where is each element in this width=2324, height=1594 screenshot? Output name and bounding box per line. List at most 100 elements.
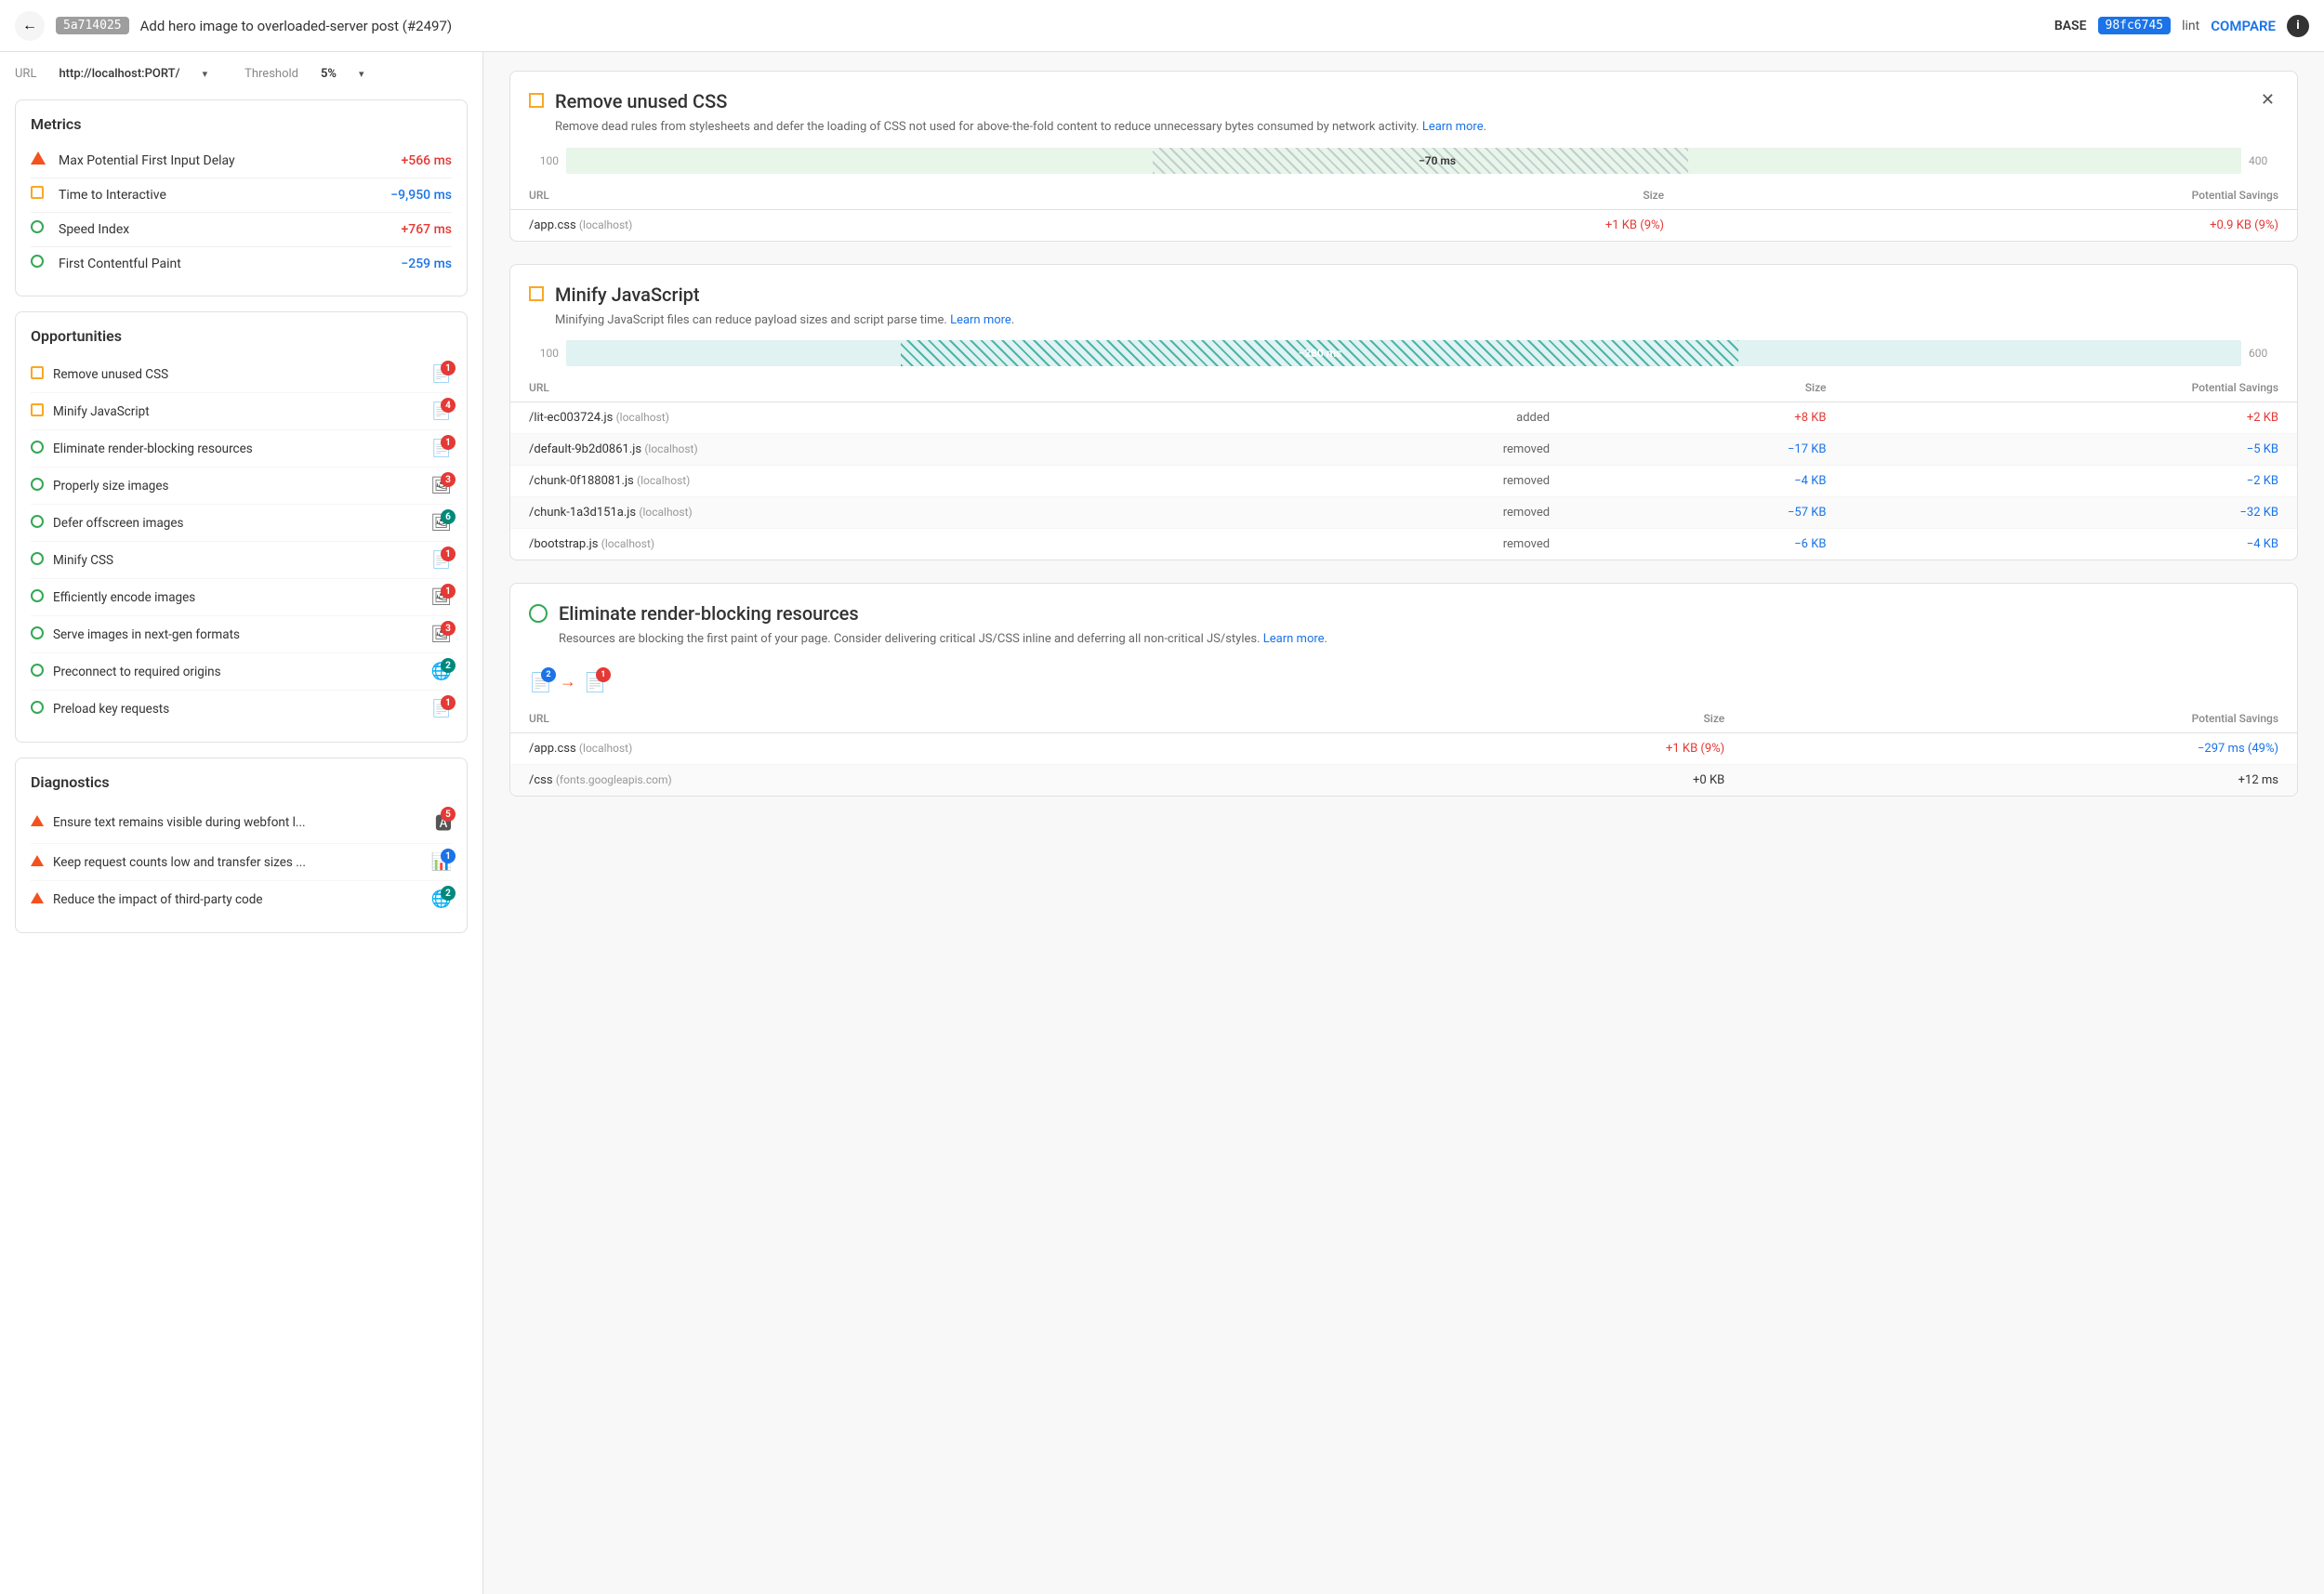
commit1-badge: 5a714025: [56, 17, 129, 34]
file-url-cell: /app.css (localhost): [510, 732, 1314, 764]
lint-label: lint: [2182, 19, 2199, 33]
metric-row: Time to Interactive −9,950 ms: [31, 178, 452, 213]
opp-name: Eliminate render-blocking resources: [53, 441, 431, 456]
table-row: /bootstrap.js (localhost) removed −6 KB …: [510, 529, 2297, 560]
opp-row[interactable]: Preconnect to required origins 🌐 2: [31, 653, 452, 691]
triangle-icon: [31, 815, 44, 830]
size-cell: −4 KB: [1568, 466, 1844, 497]
compare-button[interactable]: COMPARE: [2211, 18, 2276, 34]
badge: 1: [441, 361, 456, 375]
badge: 4: [441, 398, 456, 413]
col-url: URL: [510, 181, 1208, 210]
card-header-text: Minify JavaScript Minifying JavaScript f…: [555, 283, 2278, 330]
badge: 3: [441, 472, 456, 487]
opp-row[interactable]: Minify CSS 📄 1: [31, 542, 452, 579]
col-size: Size: [1568, 374, 1844, 402]
table-header-row: URL Size Potential Savings: [510, 705, 2297, 733]
diag-name: Ensure text remains visible during webfo…: [53, 815, 435, 830]
card-header: Minify JavaScript Minifying JavaScript f…: [510, 265, 2297, 341]
savings-cell: −32 KB: [1844, 497, 2297, 529]
diagnostics-section: Diagnostics Ensure text remains visible …: [15, 757, 468, 933]
card-title: Remove unused CSS: [555, 90, 2246, 112]
badge: 3: [441, 621, 456, 636]
badge: 5: [441, 807, 456, 822]
metric-value: −9,950 ms: [390, 188, 452, 203]
detail-table: URL Size Potential Savings /lit-ec003724…: [510, 374, 2297, 560]
chart-start-label: 100: [529, 347, 559, 360]
circle-green-icon: [31, 626, 44, 643]
circle-green-icon: [31, 552, 44, 569]
opp-row[interactable]: Remove unused CSS 📄 1: [31, 356, 452, 393]
url-dropdown-arrow[interactable]: ▾: [203, 68, 208, 80]
circle-green-icon: [31, 220, 49, 239]
diag-row[interactable]: Ensure text remains visible during webfo…: [31, 802, 452, 844]
badge: 1: [441, 584, 456, 599]
commit2-badge: 98fc6745: [2098, 17, 2172, 34]
table-row: /lit-ec003724.js (localhost) added +8 KB…: [510, 402, 2297, 434]
col-savings: Potential Savings: [1743, 705, 2297, 733]
size-cell: +8 KB: [1568, 402, 1844, 434]
threshold-dropdown-arrow[interactable]: ▾: [359, 68, 364, 80]
chart-bar-container: −280 ms: [566, 340, 2241, 366]
diag-name: Reduce the impact of third-party code: [53, 892, 431, 907]
square-orange-icon: [31, 186, 49, 204]
threshold-label: Threshold: [244, 67, 298, 81]
status-cell: removed: [1262, 529, 1569, 560]
opp-row[interactable]: Defer offscreen images 🖼 6: [31, 505, 452, 542]
square-orange-icon: [31, 403, 44, 420]
card-header: Eliminate render-blocking resources Reso…: [510, 584, 2297, 660]
square-orange-icon: [31, 366, 44, 383]
remove-unused-css-card: Remove unused CSS Remove dead rules from…: [509, 71, 2298, 242]
circle-green-icon: [31, 701, 44, 718]
badge: 1: [596, 667, 611, 682]
opp-row[interactable]: Efficiently encode images 🖼 1: [31, 579, 452, 616]
file-icon-wrap: 📄 1: [431, 439, 452, 458]
savings-cell: −2 KB: [1844, 466, 2297, 497]
opp-row[interactable]: Minify JavaScript 📄 4: [31, 393, 452, 430]
badge: 1: [441, 547, 456, 561]
opp-row[interactable]: Preload key requests 📄 1: [31, 691, 452, 727]
circle-green-icon: [31, 478, 44, 494]
learn-more-link[interactable]: Learn more: [950, 313, 1011, 327]
opp-row[interactable]: Eliminate render-blocking resources 📄 1: [31, 430, 452, 468]
badge: 6: [441, 509, 456, 524]
learn-more-link[interactable]: Learn more: [1422, 120, 1484, 134]
savings-cell: −4 KB: [1844, 529, 2297, 560]
badge: 1: [441, 435, 456, 450]
circle-green-icon: [31, 589, 44, 606]
card-description: Resources are blocking the first paint o…: [559, 630, 2278, 649]
opp-name: Minify JavaScript: [53, 404, 431, 419]
close-button[interactable]: ✕: [2257, 90, 2278, 110]
info-icon[interactable]: i: [2287, 15, 2309, 37]
metrics-title: Metrics: [31, 115, 452, 133]
status-cell: removed: [1262, 497, 1569, 529]
chart-end-label: 400: [2249, 154, 2278, 167]
learn-more-link[interactable]: Learn more: [1263, 632, 1325, 646]
globe-icon-wrap: 🌐 2: [431, 889, 452, 909]
back-button[interactable]: ←: [15, 11, 45, 41]
col-url: URL: [510, 374, 1262, 402]
opp-name: Properly size images: [53, 479, 430, 494]
metric-value: −259 ms: [401, 257, 452, 271]
opp-row[interactable]: Serve images in next-gen formats 🖼 3: [31, 616, 452, 653]
size-cell: +1 KB (9%): [1208, 209, 1683, 241]
opp-row[interactable]: Properly size images 🖼 3: [31, 468, 452, 505]
detail-table: URL Size Potential Savings /app.css (loc…: [510, 705, 2297, 796]
savings-cell: +0.9 KB (9%): [1683, 209, 2297, 241]
card-title: Eliminate render-blocking resources: [559, 602, 2278, 625]
diagnostics-title: Diagnostics: [31, 773, 452, 791]
threshold-value: 5%: [321, 67, 337, 81]
file-url-cell: /chunk-0f188081.js (localhost): [510, 466, 1262, 497]
table-row: /chunk-1a3d151a.js (localhost) removed −…: [510, 497, 2297, 529]
savings-cell: −297 ms (49%): [1743, 732, 2297, 764]
diag-row[interactable]: Reduce the impact of third-party code 🌐 …: [31, 881, 452, 917]
table-row: /css (fonts.googleapis.com) +0 KB +12 ms: [510, 764, 2297, 796]
image-icon-wrap: 🖼 1: [430, 587, 452, 607]
image-icon-wrap: 🖼 3: [430, 625, 452, 644]
file-icon-wrap: 📄 1: [431, 699, 452, 718]
col-status: [1262, 374, 1569, 402]
diag-row[interactable]: Keep request counts low and transfer siz…: [31, 844, 452, 881]
triangle-icon: [31, 855, 44, 870]
status-cell: removed: [1262, 434, 1569, 466]
chart-end-label: 600: [2249, 347, 2278, 360]
